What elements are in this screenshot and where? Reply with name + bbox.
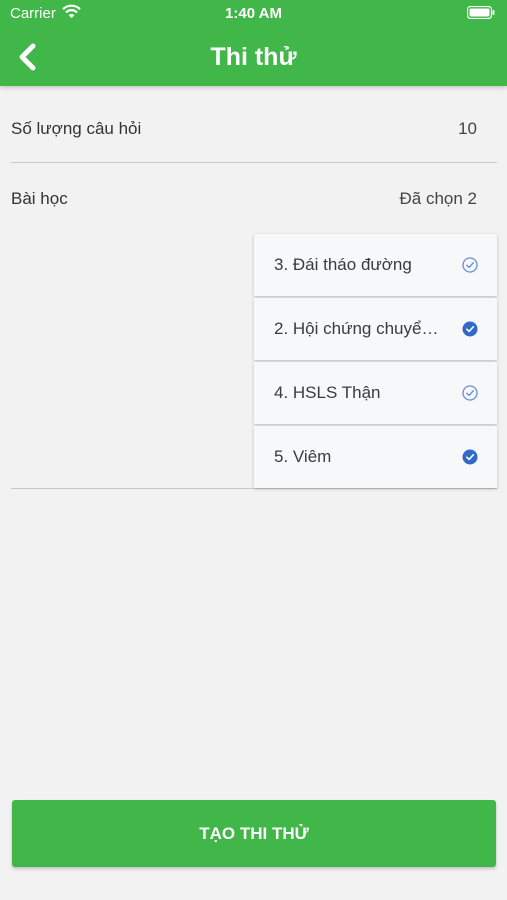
- divider: [11, 162, 497, 163]
- lesson-option-label: 4. HSLS Thận: [274, 383, 381, 402]
- lesson-option-label: 5. Viêm: [274, 447, 332, 466]
- page-title: Thi thử: [210, 43, 297, 71]
- status-bar: Carrier 1:40 AM: [0, 0, 507, 28]
- lesson-option[interactable]: 3. Đái tháo đường: [254, 234, 497, 296]
- check-circle-outline-icon: [462, 385, 478, 401]
- lesson-option[interactable]: 4. HSLS Thận: [254, 362, 497, 424]
- lesson-option[interactable]: 2. Hội chứng chuyển hóa: [254, 298, 497, 360]
- lesson-label: Bài học: [11, 189, 68, 208]
- question-count-value[interactable]: 10: [458, 119, 477, 139]
- create-exam-button[interactable]: TẠO THI THỬ: [12, 800, 496, 867]
- battery-icon: [467, 6, 495, 19]
- lesson-option-label: 3. Đái tháo đường: [274, 255, 412, 274]
- check-circle-filled-icon: [462, 449, 478, 465]
- lesson-selected-value[interactable]: Đã chọn 2: [400, 189, 478, 209]
- lesson-dropdown: 3. Đái tháo đường 2. Hội chứng chuyển hó…: [254, 234, 497, 490]
- question-count-label: Số lượng câu hỏi: [11, 119, 142, 138]
- header: Carrier 1:40 AM Thi thử: [0, 0, 507, 86]
- lesson-option-label: 2. Hội chứng chuyển hóa: [274, 319, 444, 338]
- lesson-option[interactable]: 5. Viêm: [254, 426, 497, 488]
- status-time: 1:40 AM: [225, 5, 282, 22]
- check-circle-filled-icon: [462, 321, 478, 337]
- check-circle-outline-icon: [462, 257, 478, 273]
